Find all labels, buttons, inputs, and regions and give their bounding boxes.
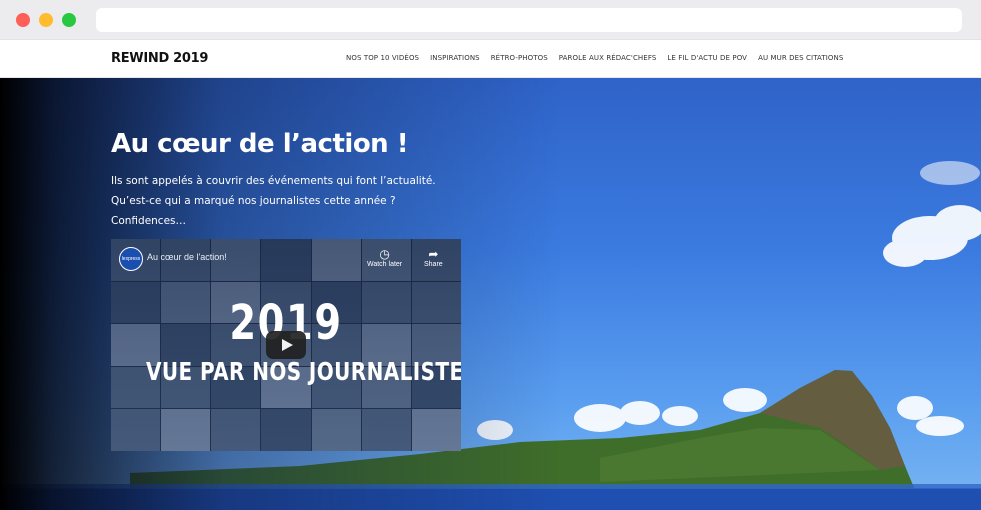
share-button[interactable]: ➦ Share <box>424 247 443 268</box>
hero-section: Au cœur de l’action ! Ils sont appelés à… <box>0 78 981 510</box>
video-title[interactable]: Au cœur de l'action! <box>147 252 227 262</box>
menu-item-retro-photos[interactable]: RÉTRO-PHOTOS <box>491 54 548 62</box>
share-label: Share <box>424 261 443 268</box>
video-headline-subtitle: VUE PAR NOS JOURNALISTES <box>146 357 461 386</box>
video-player[interactable]: lexpress Au cœur de l'action! ◷ Watch la… <box>111 239 461 451</box>
menu-item-top-videos[interactable]: NOS TOP 10 VIDÉOS <box>346 54 419 62</box>
hero-description-line: Confidences… <box>111 215 187 227</box>
menu-item-inspirations[interactable]: INSPIRATIONS <box>430 54 480 62</box>
watch-later-label: Watch later <box>367 261 403 268</box>
share-icon: ➦ <box>428 247 439 261</box>
browser-chrome <box>0 0 981 40</box>
window-minimize-button[interactable] <box>39 13 53 27</box>
window-maximize-button[interactable] <box>62 13 76 27</box>
hero-description: Ils sont appelés à couvrir des événement… <box>111 171 491 231</box>
channel-logo[interactable]: lexpress <box>119 247 143 271</box>
menu-item-fil-actu[interactable]: LE FIL D'ACTU DE POV <box>667 54 747 62</box>
hero-title: Au cœur de l’action ! <box>111 129 409 159</box>
main-menu: NOS TOP 10 VIDÉOS INSPIRATIONS RÉTRO-PHO… <box>346 54 843 62</box>
clock-icon: ◷ <box>379 247 390 261</box>
menu-item-redac-chefs[interactable]: PAROLE AUX RÉDAC'CHEFS <box>559 54 657 62</box>
watch-later-button[interactable]: ◷ Watch later <box>367 247 402 268</box>
site-header: REWIND 2019 NOS TOP 10 VIDÉOS INSPIRATIO… <box>0 40 981 78</box>
address-bar[interactable] <box>96 8 962 32</box>
hero-description-line: Qu’est-ce qui a marqué nos journalistes … <box>111 195 396 207</box>
hero-description-line: Ils sont appelés à couvrir des événement… <box>111 175 436 187</box>
menu-item-citations[interactable]: AU MUR DES CITATIONS <box>758 54 843 62</box>
window-close-button[interactable] <box>16 13 30 27</box>
site-logo[interactable]: REWIND 2019 <box>111 51 208 66</box>
play-icon[interactable] <box>266 331 306 359</box>
